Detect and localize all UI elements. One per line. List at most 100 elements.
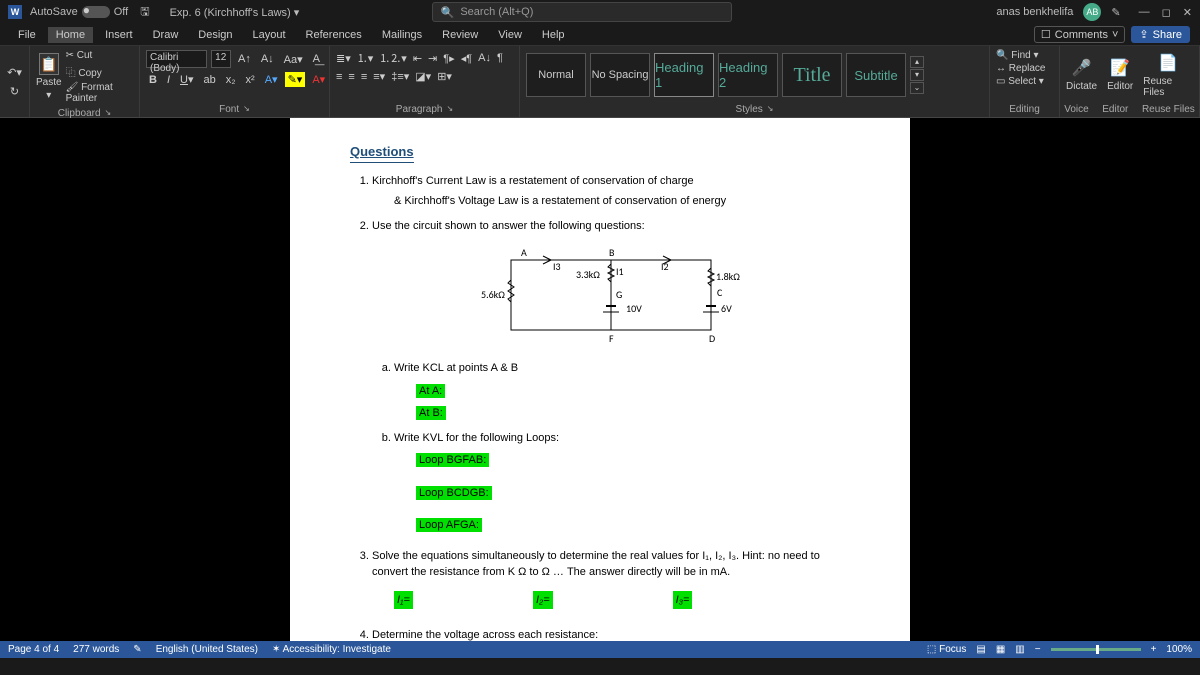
user-name[interactable]: anas benkhelifa	[996, 6, 1073, 18]
page-indicator[interactable]: Page 4 of 4	[8, 644, 59, 655]
tab-view[interactable]: View	[490, 27, 530, 43]
word-count[interactable]: 277 words	[73, 644, 119, 655]
tab-design[interactable]: Design	[190, 27, 240, 43]
style-normal[interactable]: Normal	[526, 53, 586, 97]
word-app-icon: W	[8, 5, 22, 19]
search-input[interactable]: 🔍 Search (Alt+Q)	[432, 2, 732, 22]
ribbon-display-icon[interactable]: ✎	[1111, 6, 1120, 19]
styles-launcher-icon[interactable]: ↘	[767, 104, 774, 115]
para-launcher-icon[interactable]: ↘	[447, 104, 454, 115]
font-size-select[interactable]: 12	[211, 50, 231, 68]
borders-icon[interactable]: ⊞▾	[437, 70, 452, 83]
accessibility[interactable]: ✶ Accessibility: Investigate	[272, 644, 391, 655]
copy-button[interactable]: ⿻ Copy	[66, 64, 133, 79]
focus-button[interactable]: ⬚ Focus	[927, 644, 966, 655]
autosave-toggle[interactable]: AutoSave Off	[30, 6, 128, 18]
rtl-icon[interactable]: ◂¶	[461, 52, 472, 65]
reuse-files-button[interactable]: 📄Reuse Files	[1143, 53, 1193, 98]
zoom-out-icon[interactable]: −	[1035, 644, 1041, 655]
undo-icon[interactable]: ↶▾	[7, 66, 22, 79]
page[interactable]: Questions Kirchhoff's Current Law is a r…	[290, 118, 910, 658]
comments-button[interactable]: ☐ Comments ˅	[1034, 26, 1126, 43]
superscript-icon[interactable]: x²	[243, 73, 258, 87]
dictate-button[interactable]: 🎤Dictate	[1066, 58, 1097, 92]
tab-review[interactable]: Review	[434, 27, 486, 43]
tab-draw[interactable]: Draw	[145, 27, 187, 43]
maximize-icon[interactable]: ◻	[1162, 6, 1171, 19]
justify-icon[interactable]: ≡▾	[373, 70, 385, 83]
view-web-icon[interactable]: ▥	[1015, 644, 1024, 655]
autosave-label: AutoSave	[30, 6, 78, 18]
tab-help[interactable]: Help	[534, 27, 573, 43]
align-right-icon[interactable]: ≡	[361, 71, 367, 83]
highlight-icon[interactable]: ✎▾	[285, 72, 306, 87]
text-effects-icon[interactable]: A▾	[262, 72, 281, 87]
select-button[interactable]: ▭ Select ▾	[996, 76, 1044, 87]
strike-icon[interactable]: ab	[201, 73, 219, 87]
user-avatar[interactable]: AB	[1083, 3, 1101, 21]
zoom-slider[interactable]	[1051, 648, 1141, 651]
tab-references[interactable]: References	[298, 27, 370, 43]
align-center-icon[interactable]: ≡	[348, 71, 354, 83]
q2a: Write KCL at points A & B At A: At B:	[394, 360, 850, 422]
format-painter-button[interactable]: 🖌 Format Painter	[66, 82, 133, 104]
underline-icon[interactable]: U▾	[177, 72, 196, 87]
style-heading1[interactable]: Heading 1	[654, 53, 714, 97]
decrease-indent-icon[interactable]: ⇤	[413, 52, 422, 65]
tab-mailings[interactable]: Mailings	[374, 27, 430, 43]
tab-layout[interactable]: Layout	[245, 27, 294, 43]
shrink-font-icon[interactable]: A↓	[258, 52, 277, 66]
style-nospacing[interactable]: No Spacing	[590, 53, 650, 97]
bullets-icon[interactable]: ≣▾	[336, 52, 351, 65]
undo-group: ↶▾ ↻	[0, 46, 30, 117]
i1-answer: I₁=	[394, 591, 413, 610]
show-marks-icon[interactable]: ¶	[497, 52, 503, 64]
align-left-icon[interactable]: ≡	[336, 71, 342, 83]
svg-text:D: D	[709, 332, 715, 345]
tab-file[interactable]: File	[10, 27, 44, 43]
bold-icon[interactable]: B	[146, 73, 160, 87]
spell-check-icon[interactable]: ✎	[133, 644, 141, 655]
tab-insert[interactable]: Insert	[97, 27, 141, 43]
save-icon[interactable]: 🖫	[140, 3, 149, 22]
change-case-icon[interactable]: Aa▾	[281, 52, 306, 67]
toggle-icon	[82, 6, 110, 18]
line-spacing-icon[interactable]: ‡≡▾	[391, 70, 409, 83]
minimize-icon[interactable]: —	[1139, 6, 1150, 19]
font-name-select[interactable]: Calibri (Body)	[146, 50, 207, 68]
doc-title[interactable]: Exp. 6 (Kirchhoff's Laws) ▾	[170, 6, 300, 19]
increase-indent-icon[interactable]: ⇥	[428, 52, 437, 65]
redo-icon[interactable]: ↻	[10, 85, 19, 98]
font-launcher-icon[interactable]: ↘	[243, 104, 250, 115]
grow-font-icon[interactable]: A↑	[235, 52, 254, 66]
close-icon[interactable]: ✕	[1183, 6, 1192, 19]
view-print-icon[interactable]: ▤	[976, 644, 985, 655]
numbering-icon[interactable]: ⒈▾	[357, 50, 374, 66]
paste-button[interactable]: 📋 Paste▾	[36, 53, 62, 101]
cut-button[interactable]: ✂ Cut	[66, 50, 133, 61]
multilevel-icon[interactable]: ⒈⒉▾	[379, 50, 407, 66]
document-area[interactable]: Questions Kirchhoff's Current Law is a r…	[0, 118, 1200, 658]
style-heading2[interactable]: Heading 2	[718, 53, 778, 97]
ltr-icon[interactable]: ¶▸	[443, 52, 454, 65]
zoom-in-icon[interactable]: +	[1151, 644, 1157, 655]
mic-icon: 🎤	[1072, 58, 1092, 78]
style-subtitle[interactable]: Subtitle	[846, 53, 906, 97]
subscript-icon[interactable]: x₂	[223, 73, 239, 87]
language[interactable]: English (United States)	[156, 644, 258, 655]
font-color-icon[interactable]: A▾	[309, 72, 328, 87]
svg-text:B: B	[609, 246, 615, 259]
tab-home[interactable]: Home	[48, 27, 93, 43]
find-button[interactable]: 🔍 Find ▾	[996, 50, 1039, 61]
share-button[interactable]: ⇪ Share	[1131, 26, 1190, 43]
editor-button[interactable]: 📝Editor	[1107, 58, 1133, 92]
clear-format-icon[interactable]: A͟	[310, 52, 323, 66]
view-read-icon[interactable]: ▦	[996, 644, 1005, 655]
style-title[interactable]: Title	[782, 53, 842, 97]
styles-scroll[interactable]: ▴▾⌄	[910, 56, 924, 94]
sort-icon[interactable]: A↓	[478, 52, 491, 64]
italic-icon[interactable]: I	[164, 73, 173, 87]
zoom-level[interactable]: 100%	[1166, 644, 1192, 655]
replace-button[interactable]: ↔ Replace	[996, 63, 1045, 74]
shading-icon[interactable]: ◪▾	[415, 70, 431, 83]
